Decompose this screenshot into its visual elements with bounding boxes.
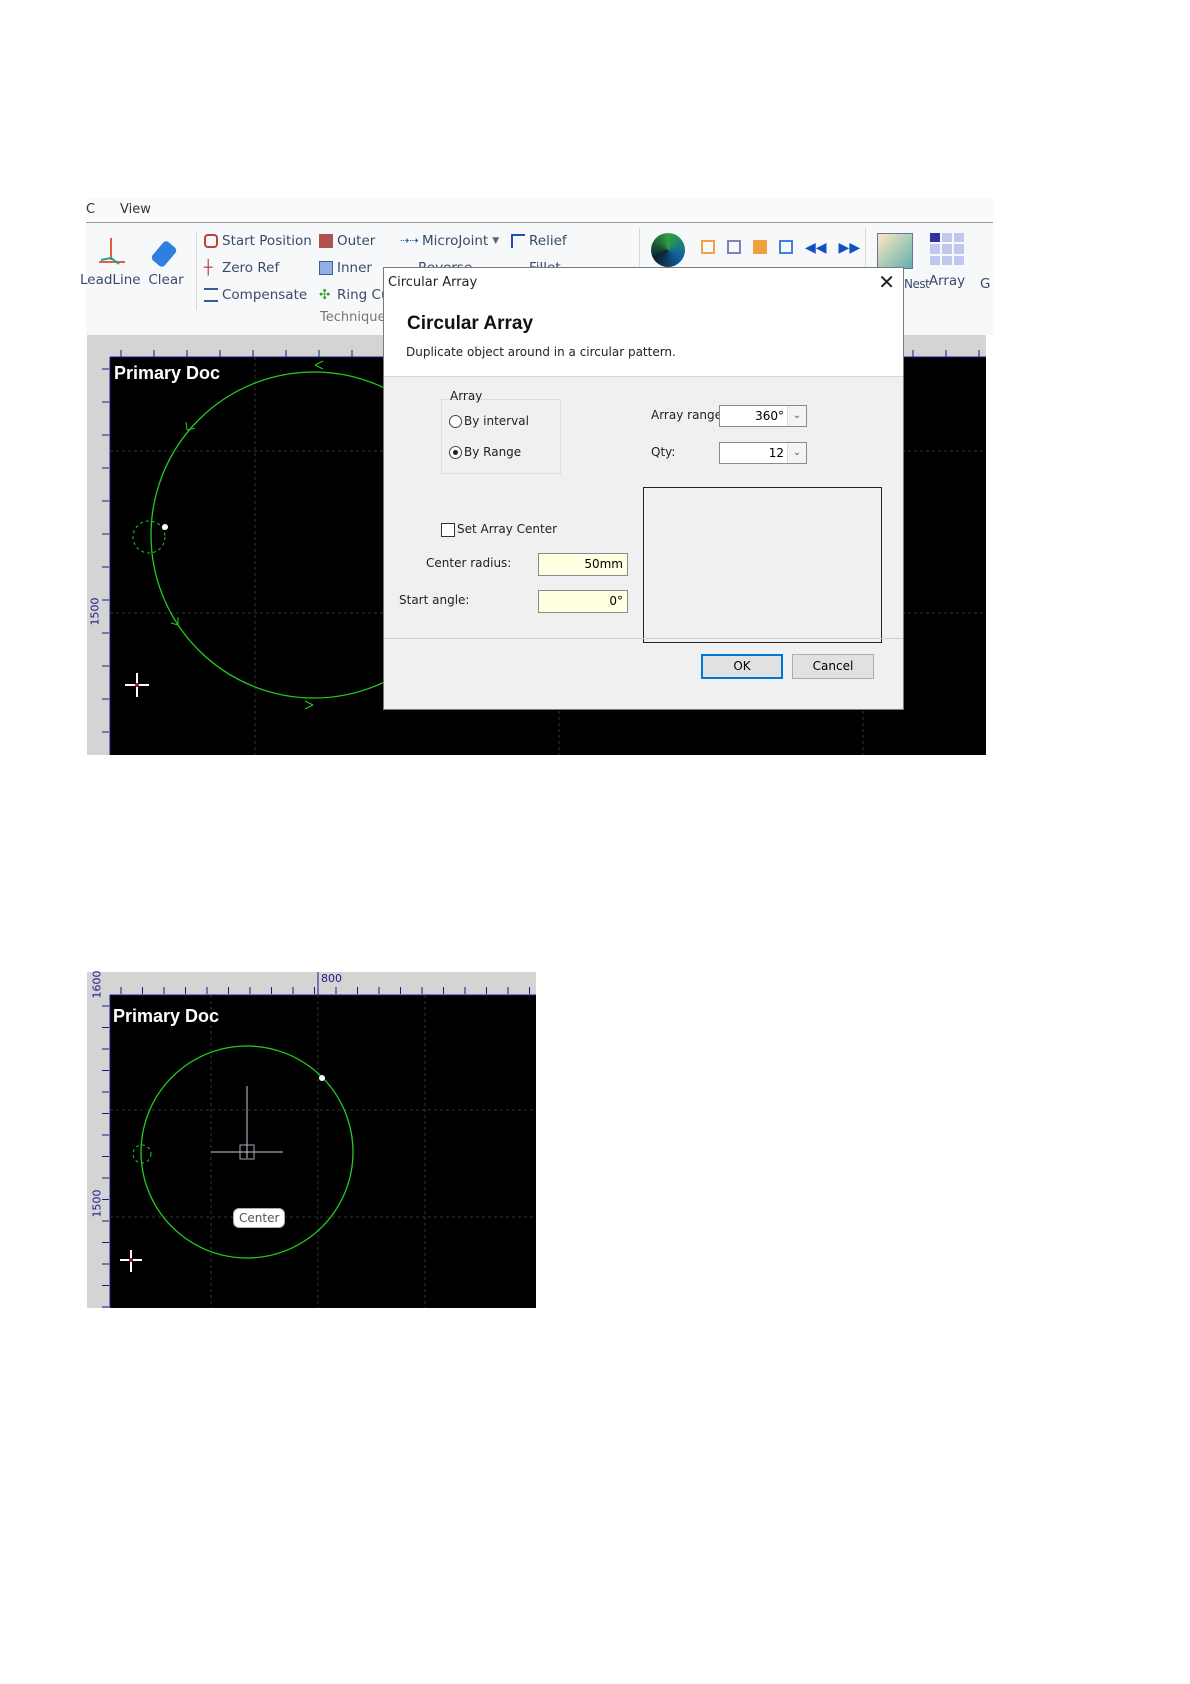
- relief-icon: [511, 234, 525, 248]
- refresh-icon[interactable]: [651, 233, 685, 267]
- array-range-combo[interactable]: 360° ⌄: [719, 405, 807, 427]
- bring-forward-icon[interactable]: [753, 240, 767, 254]
- ruler-v-top-label: 1600: [90, 970, 104, 999]
- doc-label: Primary Doc: [113, 1006, 220, 1026]
- start-point: [319, 1075, 325, 1081]
- bring-front-icon[interactable]: [701, 240, 715, 254]
- nest-icon[interactable]: [877, 233, 913, 269]
- ok-button[interactable]: OK: [701, 654, 783, 679]
- array-icon: [930, 233, 964, 265]
- ring-cut-icon: ✣: [319, 287, 331, 303]
- dialog-title: Circular Array: [388, 275, 478, 290]
- label: By interval: [464, 414, 529, 428]
- tab-partial[interactable]: C: [86, 202, 95, 217]
- radio-by-interval[interactable]: By interval: [449, 414, 529, 428]
- rewind-icon[interactable]: ◀◀: [805, 240, 827, 256]
- array-label: Array: [928, 273, 966, 289]
- center-radius-input[interactable]: 50mm: [538, 553, 628, 576]
- label: Relief: [529, 233, 567, 249]
- microjoint-button[interactable]: ⇢⇢ MicroJoint ▼: [400, 233, 499, 249]
- value: 360°: [755, 409, 784, 423]
- start-angle-input[interactable]: 0°: [538, 590, 628, 613]
- radio-icon: [449, 415, 462, 428]
- zero-ref-icon: ┼: [204, 260, 213, 276]
- eraser-icon: [151, 241, 177, 267]
- preview-box: [643, 487, 882, 643]
- leadline-button[interactable]: LeadLine: [80, 236, 141, 288]
- label: Zero Ref: [222, 260, 280, 276]
- ruler-label: 1500: [88, 597, 102, 626]
- leadline-icon: [99, 238, 125, 265]
- label: Outer: [337, 233, 376, 249]
- g-button[interactable]: G: [980, 276, 990, 292]
- start-point: [162, 524, 168, 530]
- microjoint-icon: ⇢⇢: [400, 234, 419, 247]
- relief-button[interactable]: Relief: [511, 233, 567, 249]
- start-position-icon: [204, 234, 218, 248]
- compensate-button[interactable]: Compensate: [204, 287, 307, 303]
- label: By Range: [464, 445, 522, 459]
- cancel-button[interactable]: Cancel: [792, 654, 874, 679]
- chevron-down-icon[interactable]: ⌄: [787, 443, 806, 463]
- send-back-icon[interactable]: [727, 240, 741, 254]
- radio-by-range[interactable]: By Range: [449, 445, 521, 459]
- label: Start Position: [222, 233, 312, 249]
- value: 12: [768, 446, 784, 460]
- technique-group-label: Technique: [320, 310, 386, 325]
- close-icon[interactable]: ✕: [878, 270, 895, 294]
- inner-button[interactable]: Inner: [319, 260, 372, 276]
- chevron-down-icon[interactable]: ⌄: [787, 406, 806, 426]
- compensate-icon: [204, 288, 218, 302]
- dialog-heading: Circular Array: [407, 313, 534, 334]
- qty-combo[interactable]: 12 ⌄: [719, 442, 807, 464]
- fast-forward-icon[interactable]: ▶▶: [839, 240, 861, 256]
- array-group-label: Array: [450, 389, 483, 403]
- ruler-v-label: 1500: [90, 1189, 104, 1218]
- canvas-bottom[interactable]: Primary Doc 800 1600 1500 Center: [87, 970, 536, 1308]
- footer-divider: [384, 638, 903, 639]
- array-range-label: Array range: [651, 408, 723, 422]
- circular-array-dialog: Circular Array ✕ Circular Array Duplicat…: [383, 267, 904, 710]
- tab-view[interactable]: View: [120, 202, 151, 217]
- ribbon-tabs: C View: [86, 198, 993, 223]
- array-mode-group: [441, 399, 561, 474]
- label: Set Array Center: [457, 522, 558, 536]
- checkbox-icon: [441, 522, 455, 537]
- doc-label: Primary Doc: [114, 363, 221, 383]
- outer-icon: [319, 234, 333, 248]
- send-backward-icon[interactable]: [779, 240, 793, 254]
- array-button[interactable]: Array: [925, 233, 969, 289]
- dialog-description: Duplicate object around in a circular pa…: [406, 345, 676, 359]
- qty-label: Qty:: [651, 445, 676, 459]
- start-angle-label: Start angle:: [399, 593, 470, 607]
- leadline-label: LeadLine: [80, 272, 141, 288]
- label: Compensate: [222, 287, 308, 303]
- dropdown-arrow-icon: ▼: [492, 236, 500, 246]
- ribbon-separator: [196, 232, 197, 310]
- set-array-center-checkbox[interactable]: Set Array Center: [441, 522, 557, 537]
- inner-icon: [319, 261, 333, 275]
- zero-ref-button[interactable]: ┼ Zero Ref: [204, 260, 279, 276]
- start-position-button[interactable]: Start Position: [204, 233, 312, 249]
- order-toolbar: ◀◀ ▶▶: [701, 240, 860, 256]
- label: MicroJoint: [422, 233, 489, 249]
- outer-button[interactable]: Outer: [319, 233, 375, 249]
- nest-label[interactable]: Nest: [904, 277, 930, 291]
- dialog-header: Circular Array ✕ Circular Array Duplicat…: [384, 268, 903, 377]
- center-tooltip: Center: [233, 1208, 286, 1228]
- label: Inner: [337, 260, 372, 276]
- clear-button[interactable]: Clear: [146, 236, 186, 288]
- radio-selected-icon: [449, 446, 462, 459]
- clear-label: Clear: [148, 272, 184, 288]
- ruler-h-label: 800: [321, 972, 342, 985]
- center-radius-label: Center radius:: [426, 556, 512, 570]
